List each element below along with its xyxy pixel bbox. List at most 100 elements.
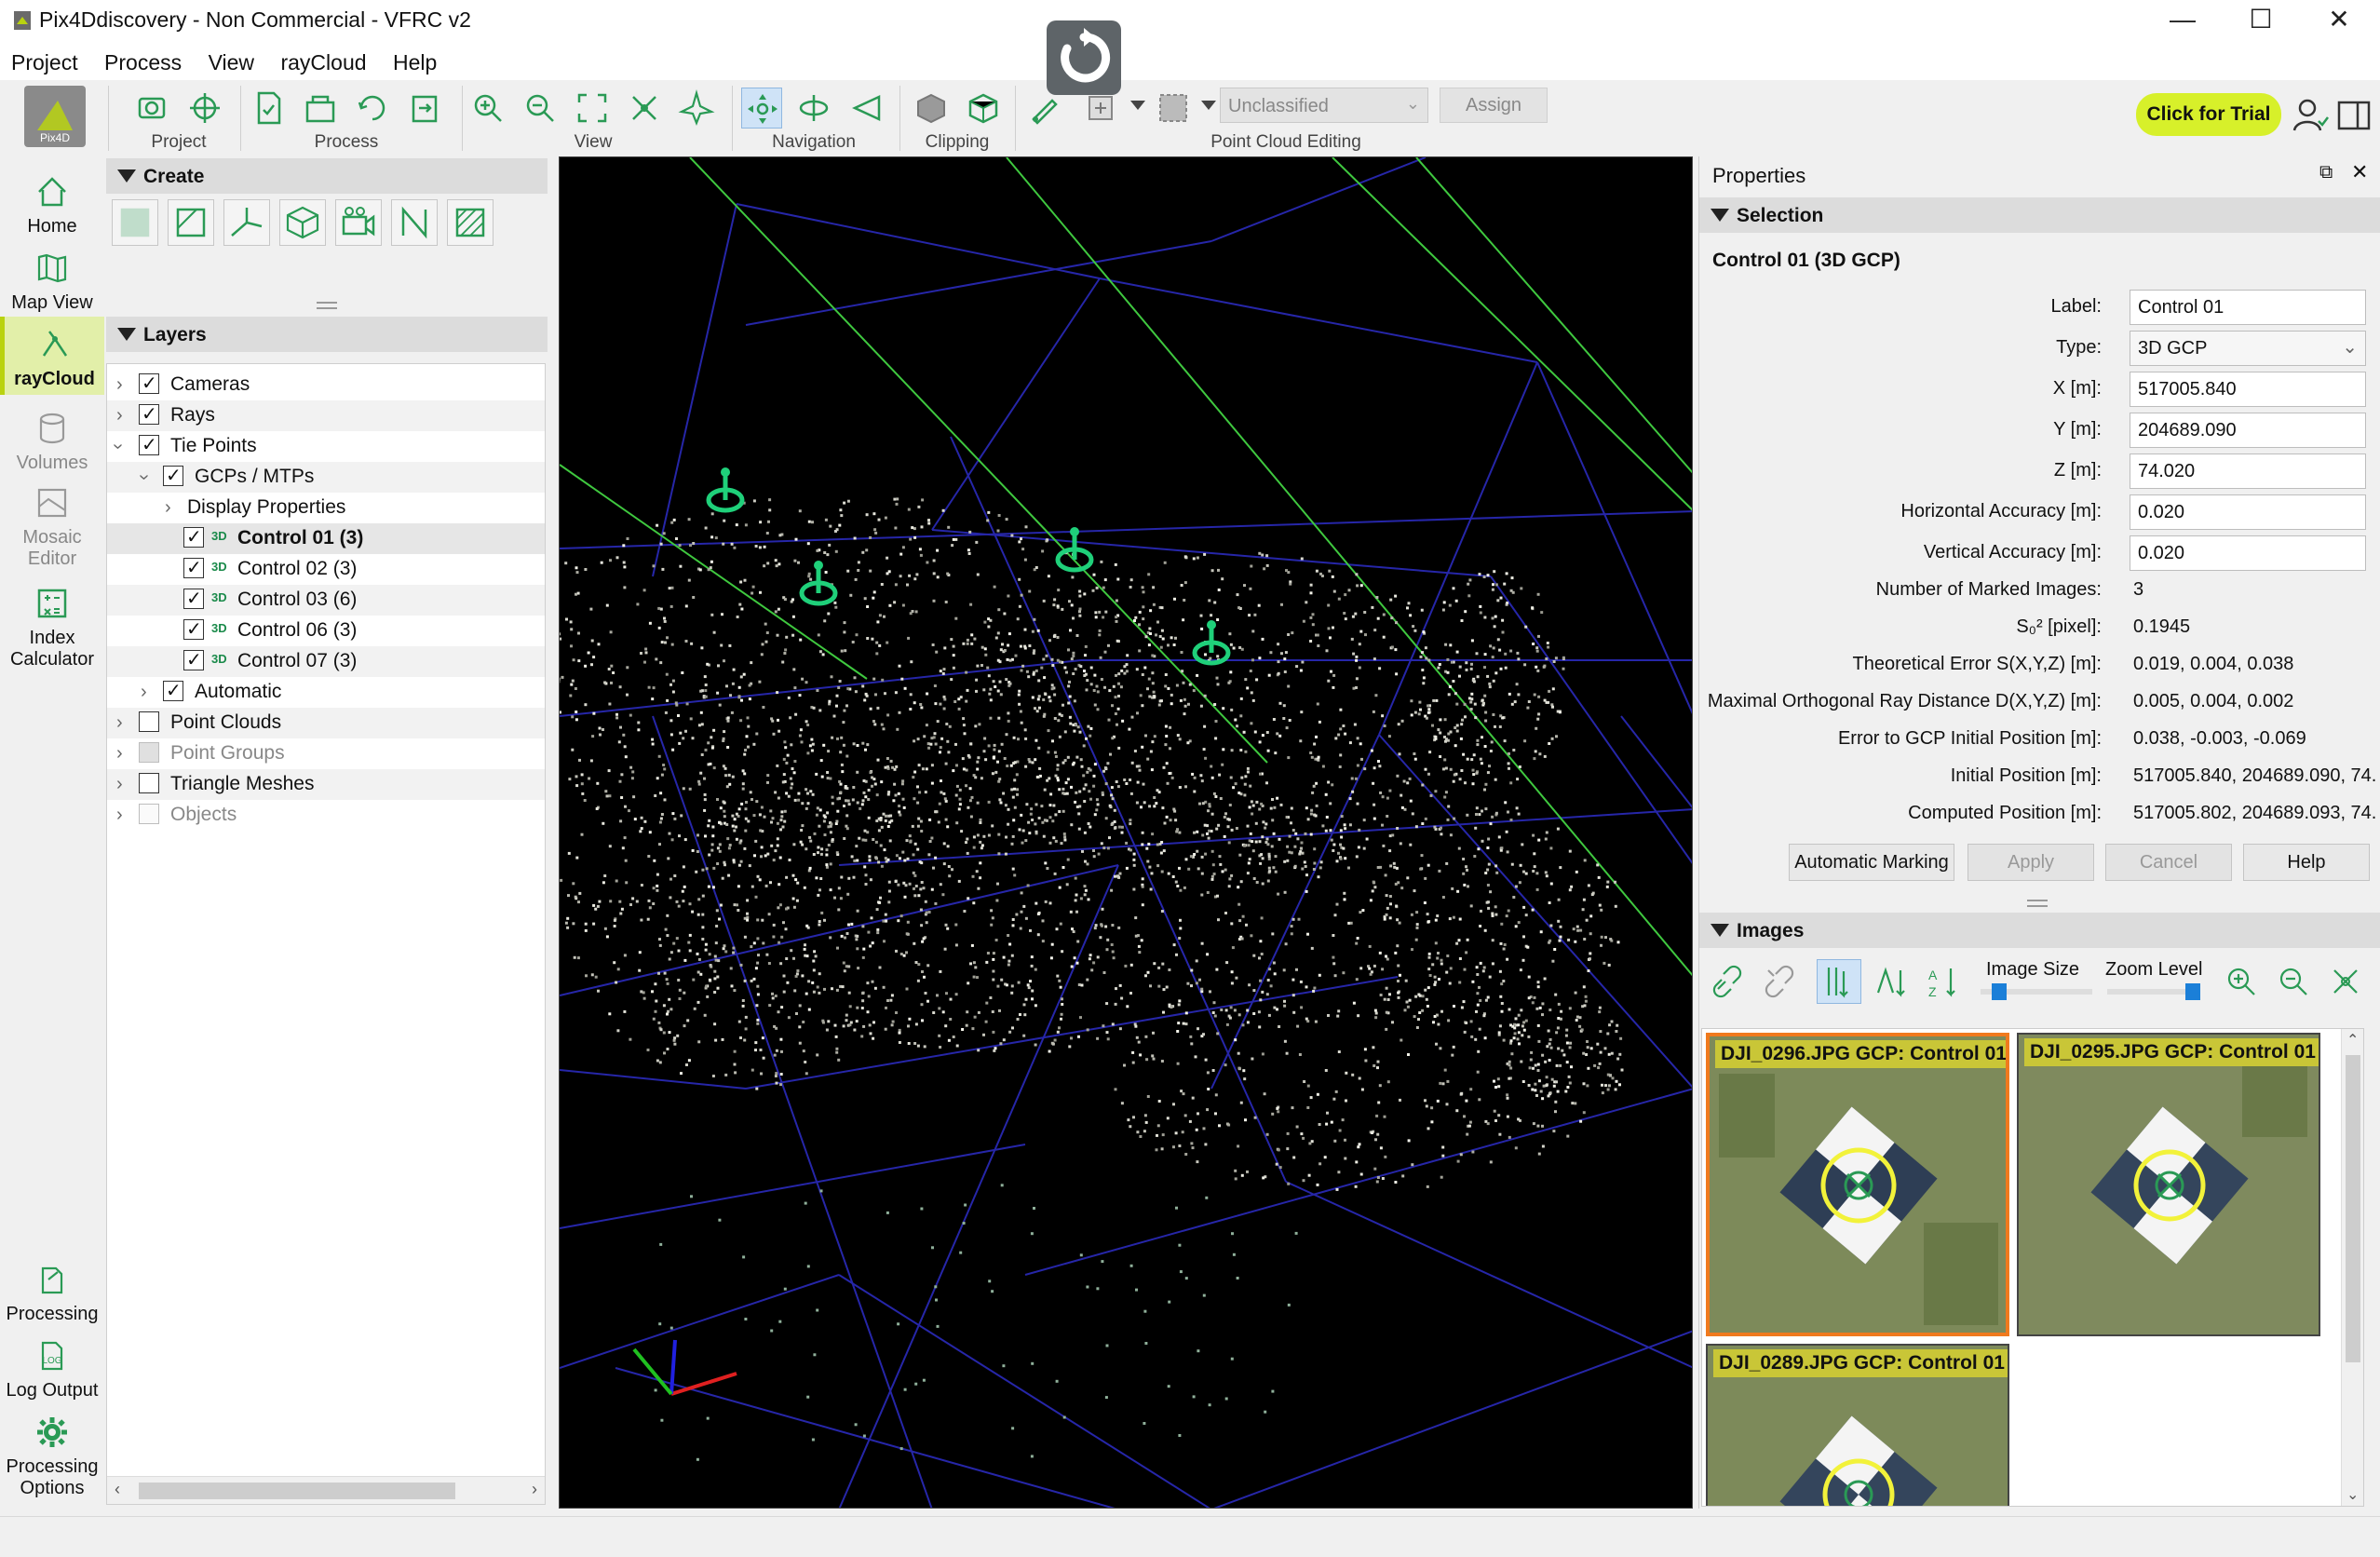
layer-tie-points[interactable]: › Tie Points [107, 431, 545, 462]
menu-raycloud[interactable]: rayCloud [269, 41, 366, 75]
layer-display-properties[interactable]: › Display Properties [107, 493, 545, 523]
scroll-left-icon[interactable]: ‹ [115, 1480, 120, 1499]
create-rectangle-icon[interactable] [112, 199, 158, 246]
nav-processing-options[interactable]: Processing Options [0, 1414, 104, 1499]
process-box-icon[interactable] [300, 88, 341, 129]
triangle-meshes-checkbox[interactable] [139, 773, 159, 793]
create-surface-icon[interactable] [447, 199, 494, 246]
control-06-checkbox[interactable] [183, 617, 204, 641]
control-07-checkbox[interactable] [183, 648, 204, 671]
cameras-checkbox[interactable] [139, 372, 159, 395]
control-01-checkbox[interactable] [183, 525, 204, 548]
navigation-pan-icon[interactable] [741, 88, 782, 129]
splitter-handle[interactable] [317, 302, 337, 309]
process-doc-icon[interactable] [248, 88, 289, 129]
fit-images-icon[interactable] [2327, 963, 2364, 1000]
close-panel-icon[interactable]: ✕ [2351, 160, 2368, 184]
scrollbar-thumb[interactable] [139, 1483, 455, 1499]
panel-layout-icon[interactable] [2333, 95, 2374, 136]
menu-help[interactable]: Help [382, 41, 437, 75]
clipping-edit-icon[interactable] [963, 88, 1004, 129]
create-measure-icon[interactable] [391, 199, 438, 246]
control-03-checkbox[interactable] [183, 587, 204, 610]
horizontal-scrollbar[interactable]: ‹ › [107, 1476, 545, 1504]
nav-raycloud[interactable]: rayCloud [0, 317, 104, 395]
scrollbar-thumb[interactable] [2346, 1055, 2360, 1362]
nav-index-calculator[interactable]: Index Calculator [0, 585, 104, 670]
cancel-button[interactable]: Cancel [2105, 844, 2232, 881]
chevron-down-icon[interactable] [1130, 101, 1145, 110]
x-input[interactable] [2130, 372, 2366, 407]
layer-control-01[interactable]: 3D Control 01 (3) [107, 523, 545, 554]
control-02-checkbox[interactable] [183, 556, 204, 579]
scroll-up-icon[interactable]: ⌃ [2346, 1031, 2359, 1049]
images-section-header[interactable]: Images [1699, 913, 2380, 948]
click-for-trial-button[interactable]: Click for Trial [2136, 93, 2281, 136]
layer-gcps[interactable]: › GCPs / MTPs [107, 462, 545, 493]
splitter-handle[interactable] [2027, 900, 2048, 907]
menu-project[interactable]: Project [0, 41, 78, 75]
scroll-down-icon[interactable]: ⌄ [2346, 1485, 2359, 1504]
process-export-icon[interactable] [404, 88, 445, 129]
slider-handle[interactable] [2185, 983, 2200, 1000]
create-orthoplane-icon[interactable] [168, 199, 214, 246]
chevron-right-icon[interactable]: › [141, 682, 147, 703]
chevron-right-icon[interactable]: › [116, 374, 123, 396]
layer-control-06[interactable]: 3D Control 06 (3) [107, 616, 545, 646]
undock-icon[interactable]: ⧉ [2319, 162, 2333, 183]
chevron-right-icon[interactable]: › [165, 497, 171, 519]
gcps-checkbox[interactable] [163, 464, 183, 487]
vertical-accuracy-input[interactable] [2130, 535, 2366, 571]
layers-section-header[interactable]: Layers [106, 317, 548, 352]
menu-view[interactable]: View [197, 41, 254, 75]
layer-rays[interactable]: › Rays [107, 400, 545, 431]
view-plane-icon[interactable] [676, 88, 717, 129]
horizontal-accuracy-input[interactable] [2130, 494, 2366, 530]
chevron-down-icon[interactable]: › [133, 474, 155, 481]
point-cloud-canvas[interactable] [560, 157, 1693, 1509]
slider-handle[interactable] [1992, 983, 2007, 1000]
zoom-in-icon[interactable] [467, 88, 508, 129]
reprocess-icon[interactable] [352, 88, 393, 129]
create-volume-icon[interactable] [279, 199, 326, 246]
navigation-fly-icon[interactable] [845, 88, 886, 129]
refresh-overlay-button[interactable] [1047, 20, 1121, 95]
nav-processing[interactable]: Processing [0, 1261, 104, 1325]
image-tile[interactable]: DJI_0296.JPG GCP: Control 01 [1706, 1033, 2009, 1336]
layer-control-07[interactable]: 3D Control 07 (3) [107, 646, 545, 677]
zoom-level-slider[interactable] [2107, 983, 2200, 1000]
y-input[interactable] [2130, 413, 2366, 448]
layer-point-groups[interactable]: › Point Groups [107, 738, 545, 769]
image-tile[interactable]: DJI_0295.JPG GCP: Control 01 [2017, 1033, 2320, 1336]
automatic-checkbox[interactable] [163, 679, 183, 702]
nav-map-view[interactable]: Map View [0, 250, 104, 314]
objects-checkbox[interactable] [139, 804, 159, 824]
open-project-icon[interactable] [132, 88, 173, 129]
raycloud-3d-viewport[interactable] [559, 156, 1693, 1509]
close-button[interactable]: ✕ [2304, 0, 2374, 41]
navigation-orbit-icon[interactable] [793, 88, 834, 129]
sort-az-icon[interactable]: AZ [1925, 963, 1962, 1000]
z-input[interactable] [2130, 454, 2366, 489]
images-vertical-scrollbar[interactable]: ⌃ ⌄ [2341, 1029, 2363, 1506]
focus-selection-icon[interactable] [624, 88, 665, 129]
type-select[interactable]: 3D GCP ⌄ [2130, 331, 2366, 366]
layer-triangle-meshes[interactable]: › Triangle Meshes [107, 769, 545, 800]
chevron-down-icon[interactable]: › [107, 443, 128, 450]
layer-automatic[interactable]: › Automatic [107, 677, 545, 708]
menu-process[interactable]: Process [93, 41, 182, 75]
assign-button[interactable]: Assign [1440, 88, 1548, 123]
sort-by-error-icon[interactable] [1817, 959, 1861, 1004]
automatic-marking-button[interactable]: Automatic Marking [1789, 844, 1954, 881]
layer-control-03[interactable]: 3D Control 03 (6) [107, 585, 545, 616]
layer-cameras[interactable]: › Cameras [107, 370, 545, 400]
create-polyline-icon[interactable] [223, 199, 270, 246]
minimize-button[interactable]: — [2147, 0, 2218, 41]
layer-control-02[interactable]: 3D Control 02 (3) [107, 554, 545, 585]
chevron-right-icon[interactable]: › [116, 774, 123, 795]
image-tile[interactable]: DJI_0289.JPG GCP: Control 01 [1706, 1344, 2009, 1506]
chevron-right-icon[interactable]: › [116, 405, 123, 426]
layer-objects[interactable]: › Objects [107, 800, 545, 831]
clipping-box-icon[interactable] [911, 88, 952, 129]
point-clouds-checkbox[interactable] [139, 711, 159, 732]
